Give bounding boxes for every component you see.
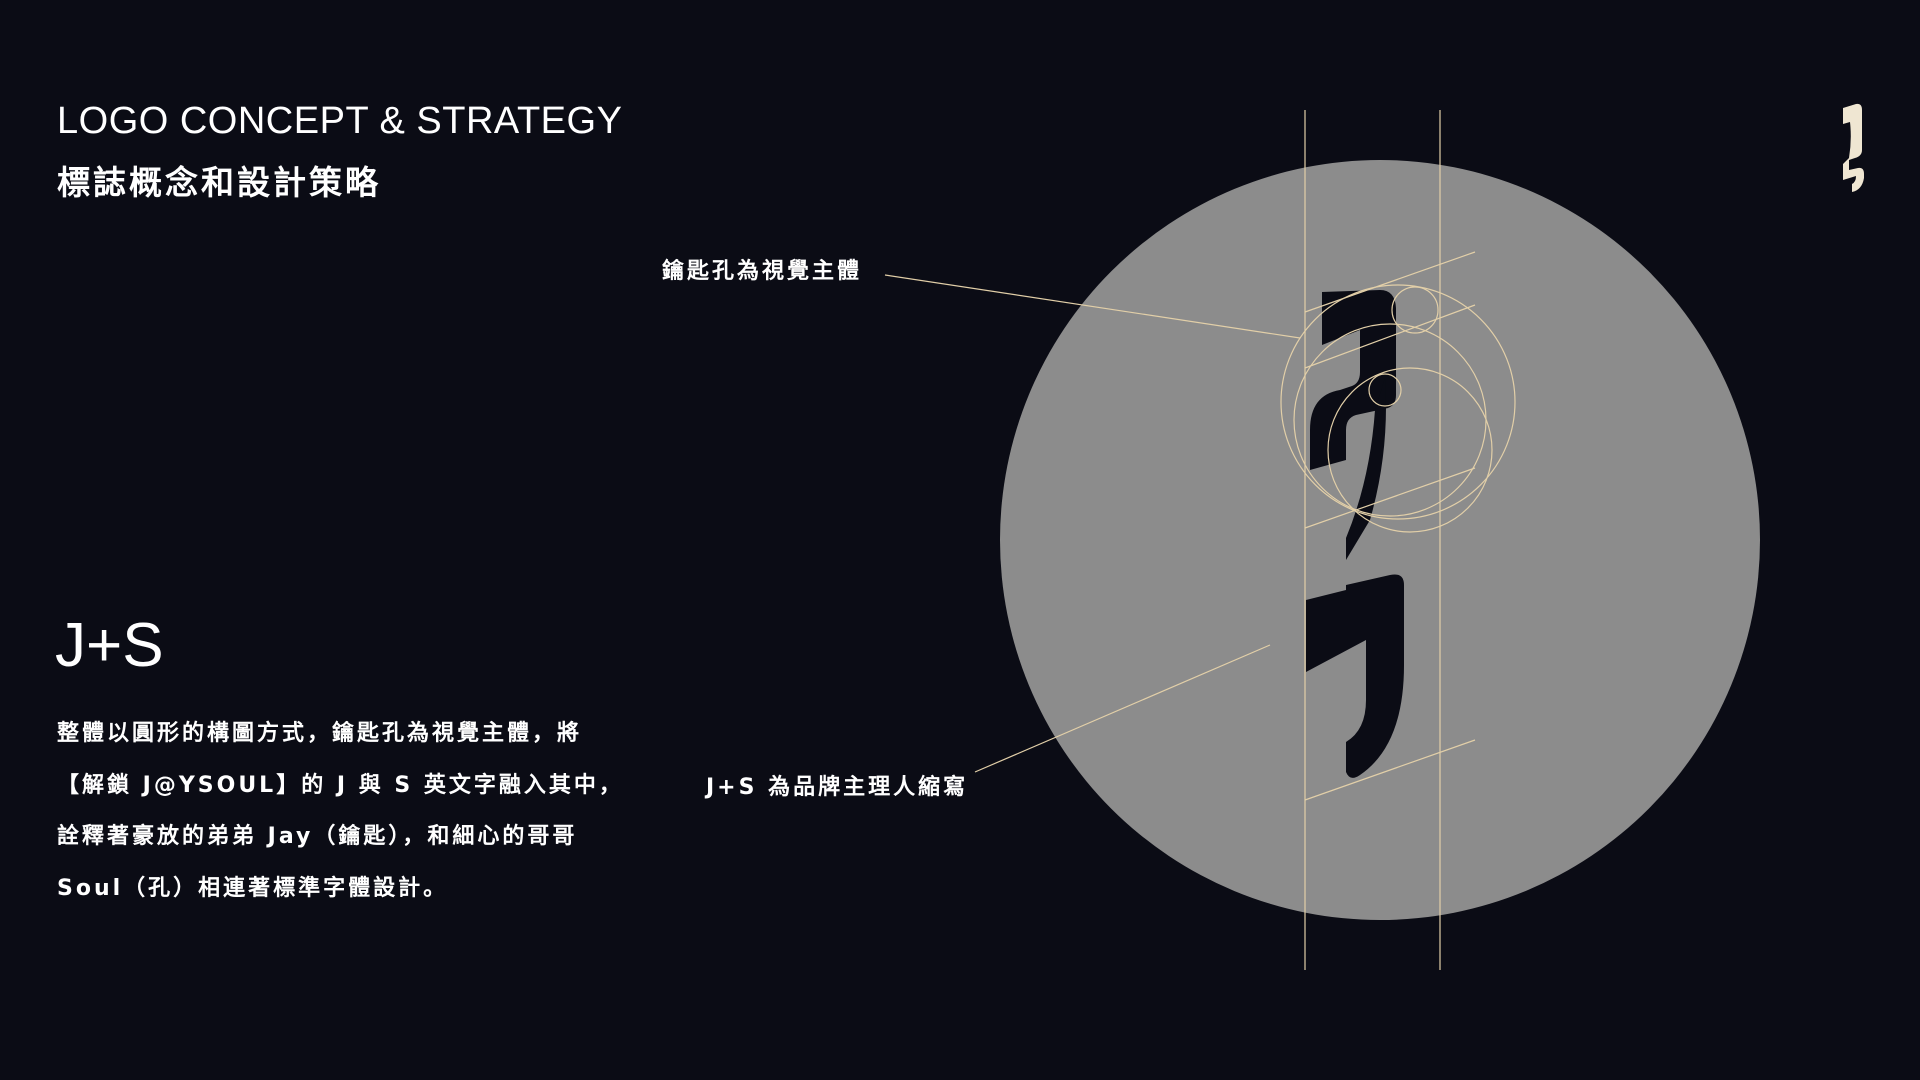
callout-keyhole-label: 鑰匙孔為視覺主體 — [662, 259, 863, 284]
logo-construction-graphic — [884, 103, 1864, 970]
concept-description: 整體以圓形的構圖方式，鑰匙孔為視覺主體，將 【解鎖 J@YSOUL】的 J 與 … — [57, 708, 637, 914]
description-line: 詮釋著豪放的弟弟 Jay（鑰匙），和細心的哥哥 — [57, 824, 578, 849]
corner-logo-icon — [1843, 103, 1864, 192]
description-line: Soul（孔）相連著標準字體設計。 — [57, 875, 449, 901]
background-circle — [1000, 160, 1760, 920]
description-line: 整體以圓形的構圖方式，鑰匙孔為視覺主體，將 — [57, 721, 583, 746]
description-line: 【解鎖 J@YSOUL】的 J 與 S 英文字融入其中， — [57, 772, 624, 798]
concept-heading: J+S — [55, 611, 164, 680]
callout-initials-label: J+S 為品牌主理人縮寫 — [706, 775, 969, 800]
